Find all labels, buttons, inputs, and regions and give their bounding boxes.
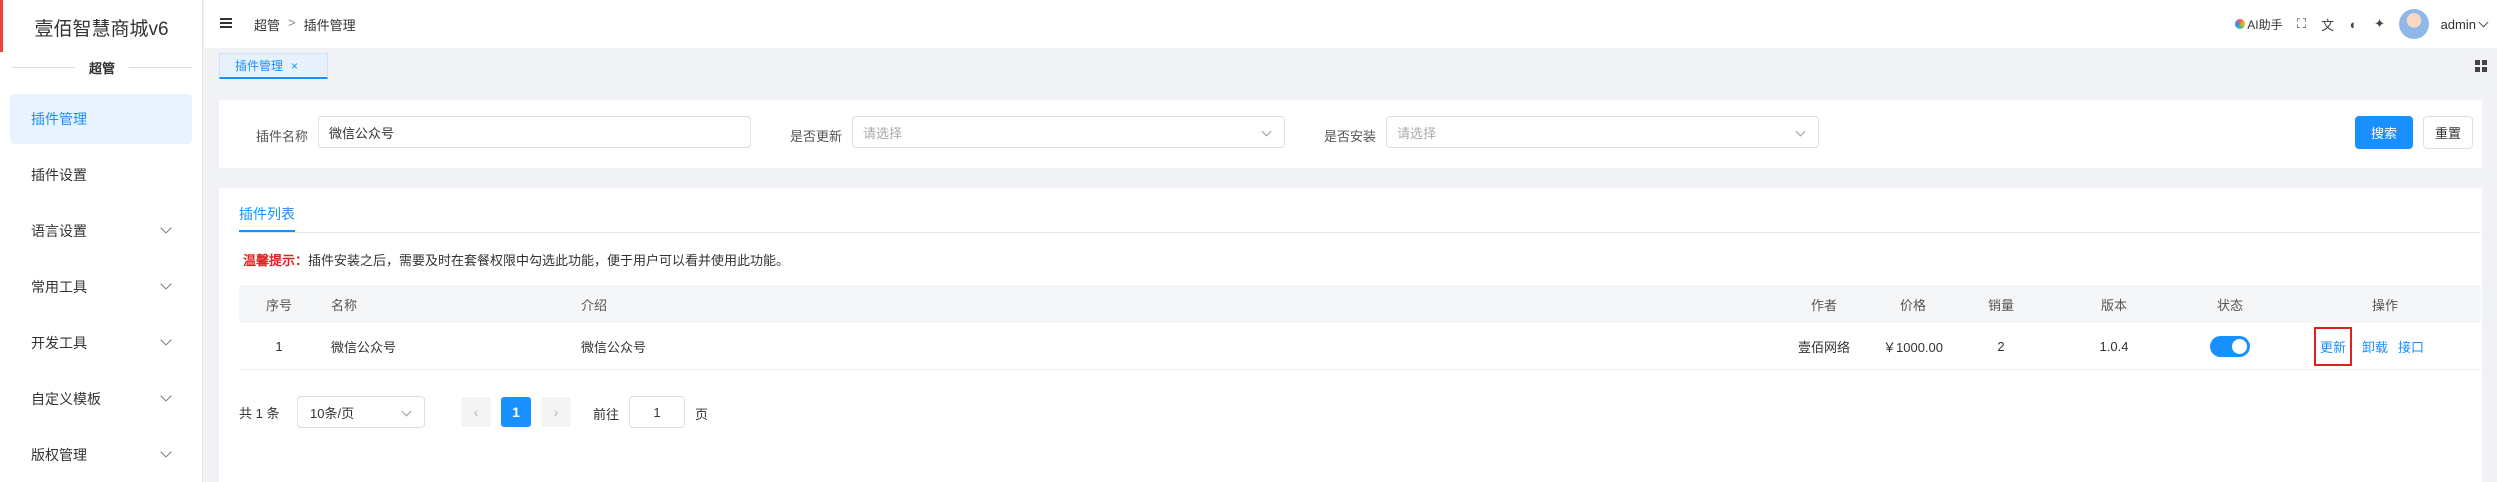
sidebar-item-label: 插件设置 bbox=[31, 167, 87, 183]
user-menu[interactable]: admin bbox=[2440, 16, 2489, 32]
sidebar-item-dev-tools[interactable]: 开发工具 bbox=[10, 318, 192, 368]
tabs-menu-icon[interactable] bbox=[2475, 60, 2487, 72]
update-filter-label: 是否更新 bbox=[790, 129, 843, 144]
chevron-down-icon bbox=[1795, 126, 1806, 137]
sidebar-item-language-settings[interactable]: 语言设置 bbox=[10, 206, 192, 256]
column-header-author: 作者 bbox=[1810, 297, 1837, 313]
chevron-down-icon bbox=[160, 222, 172, 234]
ai-assistant-button[interactable]: AI助手 bbox=[2235, 16, 2283, 33]
page-size-select[interactable]: 10条/页 bbox=[297, 396, 425, 428]
table-header: 序号 名称 介绍 作者 价格 销量 版本 状态 操作 bbox=[239, 285, 2481, 323]
sidebar-item-label: 开发工具 bbox=[31, 335, 87, 351]
uninstall-button[interactable]: 卸载 bbox=[2362, 337, 2388, 356]
chevron-down-icon bbox=[1261, 126, 1272, 137]
app-brand: 壹佰智慧商城v6 bbox=[34, 19, 169, 40]
sidebar-item-copyright[interactable]: 版权管理 bbox=[10, 430, 192, 480]
plugin-list-panel: 插件列表 温馨提示：插件安装之后，需要及时在套餐权限中勾选此功能，便于用户可以看… bbox=[219, 188, 2482, 482]
install-tip: 温馨提示：插件安装之后，需要及时在套餐权限中勾选此功能，便于用户可以看并使用此功… bbox=[243, 250, 789, 269]
breadcrumb-item[interactable]: 超管 bbox=[254, 15, 280, 34]
tab-plugin-management[interactable]: 插件管理 × bbox=[219, 53, 328, 79]
column-header-index: 序号 bbox=[265, 297, 292, 313]
fullscreen-icon[interactable]: ⛶ bbox=[2295, 16, 2309, 31]
search-form: 插件名称 微信公众号 是否更新 请选择 是否安装 请选择 搜索 重置 bbox=[219, 100, 2482, 168]
row-sales: 2 bbox=[1997, 338, 2005, 354]
sidebar-item-plugin-management[interactable]: 插件管理 bbox=[10, 94, 192, 144]
tip-title: 温馨提示： bbox=[243, 253, 309, 268]
sidebar-item-label: 版权管理 bbox=[31, 447, 87, 463]
plugin-name-input[interactable]: 微信公众号 bbox=[318, 116, 751, 148]
ai-logo-icon bbox=[2235, 19, 2246, 29]
column-header-sales: 销量 bbox=[1987, 297, 2014, 313]
row-name: 微信公众号 bbox=[331, 339, 397, 355]
sidebar-item-label: 常用工具 bbox=[31, 279, 87, 295]
column-header-name: 名称 bbox=[331, 297, 358, 313]
sidebar-item-custom-template[interactable]: 自定义模板 bbox=[10, 374, 192, 424]
column-header-price: 价格 bbox=[1899, 297, 1926, 313]
tip-text: 插件安装之后，需要及时在套餐权限中勾选此功能，便于用户可以看并使用此功能。 bbox=[308, 253, 790, 268]
api-button[interactable]: 接口 bbox=[2398, 337, 2424, 356]
column-header-status: 状态 bbox=[2216, 297, 2243, 313]
table-row: 1 微信公众号 微信公众号 壹佰网络 ￥1000.00 2 1.0.4 更新 卸… bbox=[239, 323, 2481, 370]
breadcrumb: 超管 > 插件管理 bbox=[254, 15, 356, 34]
close-icon[interactable]: × bbox=[291, 59, 298, 73]
next-page-button[interactable]: › bbox=[541, 397, 571, 427]
status-toggle[interactable] bbox=[2210, 335, 2250, 357]
breadcrumb-item: 插件管理 bbox=[303, 18, 356, 33]
goto-page-input[interactable]: 1 bbox=[629, 396, 685, 428]
tab-plugin-list[interactable]: 插件列表 bbox=[239, 204, 295, 224]
goto-label: 前往 bbox=[593, 407, 620, 422]
chevron-down-icon bbox=[160, 446, 172, 458]
menu-toggle-icon[interactable] bbox=[220, 18, 232, 28]
top-header: 超管 > 插件管理 AI助手 ⛶ 文 ◐ ✦ admin bbox=[204, 0, 2497, 48]
tabs-bar: 插件管理 × bbox=[204, 48, 2497, 84]
sidebar: 壹佰智慧商城v6 超管 插件管理 插件设置 语言设置 常用工具 开发工具 自定义… bbox=[0, 0, 203, 482]
search-button[interactable]: 搜索 bbox=[2355, 116, 2413, 149]
column-header-version: 版本 bbox=[2100, 297, 2127, 313]
prev-page-button[interactable]: ‹ bbox=[461, 397, 491, 427]
row-actions: 更新 卸载 接口 bbox=[2314, 323, 2484, 369]
palette-icon[interactable]: ◐ bbox=[2347, 17, 2361, 32]
chevron-down-icon bbox=[160, 390, 172, 402]
column-header-actions: 操作 bbox=[2371, 297, 2398, 313]
chevron-down-icon bbox=[160, 334, 172, 346]
username: admin bbox=[2440, 16, 2476, 32]
row-price: ￥1000.00 bbox=[1883, 339, 1943, 355]
tab-active-indicator bbox=[239, 230, 295, 232]
chevron-down-icon bbox=[2478, 17, 2489, 27]
chevron-down-icon bbox=[160, 278, 172, 290]
install-filter-select[interactable]: 请选择 bbox=[1386, 116, 1819, 148]
goto-suffix: 页 bbox=[695, 407, 709, 422]
sidebar-item-label: 语言设置 bbox=[31, 223, 87, 239]
tab-divider bbox=[239, 232, 2481, 233]
update-filter-select[interactable]: 请选择 bbox=[852, 116, 1285, 148]
row-version: 1.0.4 bbox=[2099, 338, 2129, 354]
header-actions: AI助手 ⛶ 文 ◐ ✦ admin bbox=[2235, 0, 2489, 48]
clear-cache-icon[interactable]: ✦ bbox=[2373, 16, 2387, 31]
sidebar-group-title: 超管 bbox=[12, 54, 192, 80]
row-intro: 微信公众号 bbox=[581, 339, 647, 355]
sidebar-item-label: 自定义模板 bbox=[31, 391, 101, 407]
row-index: 1 bbox=[275, 338, 283, 354]
row-status bbox=[2190, 323, 2270, 369]
chevron-down-icon bbox=[401, 406, 412, 417]
sidebar-item-common-tools[interactable]: 常用工具 bbox=[10, 262, 192, 312]
column-header-intro: 介绍 bbox=[581, 297, 608, 313]
total-count: 共 1 条 bbox=[239, 405, 280, 421]
page-number-current[interactable]: 1 bbox=[501, 397, 531, 427]
install-filter-label: 是否安装 bbox=[1324, 129, 1377, 144]
update-button[interactable]: 更新 bbox=[2314, 326, 2353, 366]
sidebar-item-plugin-settings[interactable]: 插件设置 bbox=[10, 150, 192, 200]
sidebar-item-label: 插件管理 bbox=[31, 111, 87, 127]
breadcrumb-separator: > bbox=[288, 15, 296, 30]
plugin-name-label: 插件名称 bbox=[256, 129, 309, 144]
translate-icon[interactable]: 文 bbox=[2321, 17, 2335, 33]
row-author: 壹佰网络 bbox=[1797, 339, 1850, 355]
reset-button[interactable]: 重置 bbox=[2423, 116, 2473, 149]
pagination: 共 1 条 10条/页 ‹ 1 › 前往 1 页 bbox=[239, 396, 759, 428]
avatar[interactable] bbox=[2398, 9, 2429, 39]
